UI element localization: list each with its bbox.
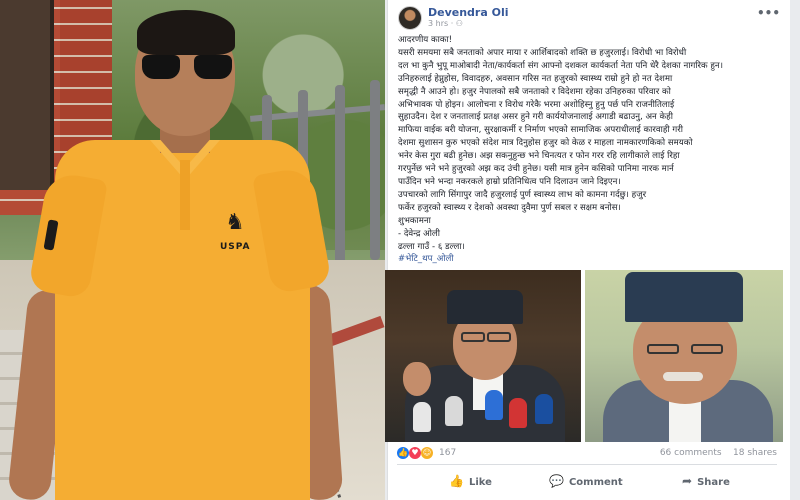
post-line: माफिया वाईक बरी योजना, सुरक्षाकर्मी र नि…: [398, 125, 683, 136]
eyeglasses-right: [691, 344, 723, 354]
sunglasses: [142, 55, 232, 81]
post-line: अभिभावक पो होइन। आलोचना र विरोध गरेकै भर…: [398, 99, 675, 110]
polo-logo-icon: ♞: [225, 210, 245, 235]
eyeglasses-left: [461, 332, 485, 342]
post-line: भनेर केस गुरा बढी हुनेछ। अझ सकनुहुन्छ भन…: [398, 151, 680, 162]
reaction-count[interactable]: 167: [439, 448, 456, 458]
author-name[interactable]: Devendra Oli: [428, 6, 509, 19]
microphone-icon: [485, 390, 503, 420]
railing-post: [335, 85, 345, 265]
post-line: - देवेन्द्र ओली: [398, 228, 440, 239]
shirt-logo-text: USPA: [220, 242, 251, 252]
more-options-icon[interactable]: •••: [757, 6, 780, 20]
eyeglasses-left: [647, 344, 679, 354]
like-button[interactable]: 👍 Like: [449, 468, 492, 494]
shirt-placket: [180, 160, 190, 230]
post-image-right[interactable]: [585, 270, 783, 442]
hashtag-link[interactable]: #भेटि_थप_ओली: [398, 253, 780, 266]
post-line: सुहाउदैन। देश र जनतालाई प्रतक्ष असर हुने…: [398, 112, 673, 123]
post-line: गरपुर्नेछ भने भने हुजुरको अझ कद उंची हुन…: [398, 164, 674, 175]
post-line: ढल्ला गाउँ - ६ डल्ला।: [398, 241, 465, 252]
share-arrow-icon: ➦: [682, 474, 693, 488]
post-header: Devendra Oli 3 hrs · ⚇ •••: [398, 6, 780, 30]
haha-reaction-icon[interactable]: ☺: [421, 447, 433, 459]
author-avatar[interactable]: [398, 6, 422, 30]
comments-count[interactable]: 66 comments: [660, 448, 722, 458]
dark-window: [0, 0, 54, 190]
post-line: दल भा कुनै भुपू माओबादी नेता/कार्यकर्ता …: [398, 60, 723, 71]
post-text: आदरणीय काका! यसरी समयमा सबै जनताको अपार …: [398, 34, 780, 266]
railing-post: [370, 80, 380, 260]
shares-count[interactable]: 18 shares: [733, 448, 777, 458]
post-line: समृद्धी नै आउने हो। हजुर नेपालको सबै जनत…: [398, 86, 671, 97]
microphone-icon: [535, 394, 553, 424]
mustache: [663, 372, 703, 381]
eyeglasses-right: [487, 332, 511, 342]
post-line: आदरणीय काका!: [398, 35, 453, 45]
post-line: उपचारको लागि सिंगापुर जादै हजुरलाई पुर्ण…: [398, 189, 647, 200]
comments-shares-count: 66 comments 18 shares: [660, 448, 777, 458]
microphone-icon: [445, 396, 463, 426]
dhaka-topi-cap: [447, 290, 523, 324]
post-line: शुभकामना: [398, 215, 431, 226]
post-actions-bar: 👍 Like 💬 Comment ➦ Share: [397, 468, 777, 494]
post-line: फर्केर हजुरको स्वास्थ्य र देशको अवस्था द…: [398, 202, 621, 213]
comment-bubble-icon: 💬: [549, 474, 564, 488]
comment-button[interactable]: 💬 Comment: [549, 468, 623, 494]
friends-audience-icon: ⚇: [455, 19, 463, 28]
post-line: देशमा सुशासन कुरु भएको संदेश मात्र दिनुह…: [398, 138, 693, 149]
post-line: पाउँदिन भने भन्दा नकरकले हाम्रो प्रतिनिध…: [398, 176, 621, 187]
post-image-left[interactable]: [385, 270, 581, 442]
share-button[interactable]: ➦ Share: [682, 468, 730, 494]
raised-hand: [403, 362, 431, 396]
like-reaction-icon[interactable]: 👍: [397, 447, 409, 459]
love-reaction-icon[interactable]: ♥: [409, 447, 421, 459]
divider: [397, 464, 777, 465]
microphone-icon: [413, 402, 431, 432]
profile-photo: ♞ USPA: [0, 0, 385, 500]
post-line: यसरी समयमा सबै जनताको अपार माया र आर्शिब…: [398, 47, 687, 58]
reactions-summary: 👍 ♥ ☺ 167 66 comments 18 shares: [397, 446, 777, 462]
thumbs-up-icon: 👍: [449, 474, 464, 488]
dhaka-topi-cap: [625, 272, 743, 322]
post-line: उनिहरुलाई हेप्नुहोस, विवादहरु, अवसान गरि…: [398, 73, 673, 84]
hair: [137, 10, 235, 55]
post-timestamp[interactable]: 3 hrs · ⚇: [428, 19, 463, 28]
microphone-icon: [509, 398, 527, 428]
